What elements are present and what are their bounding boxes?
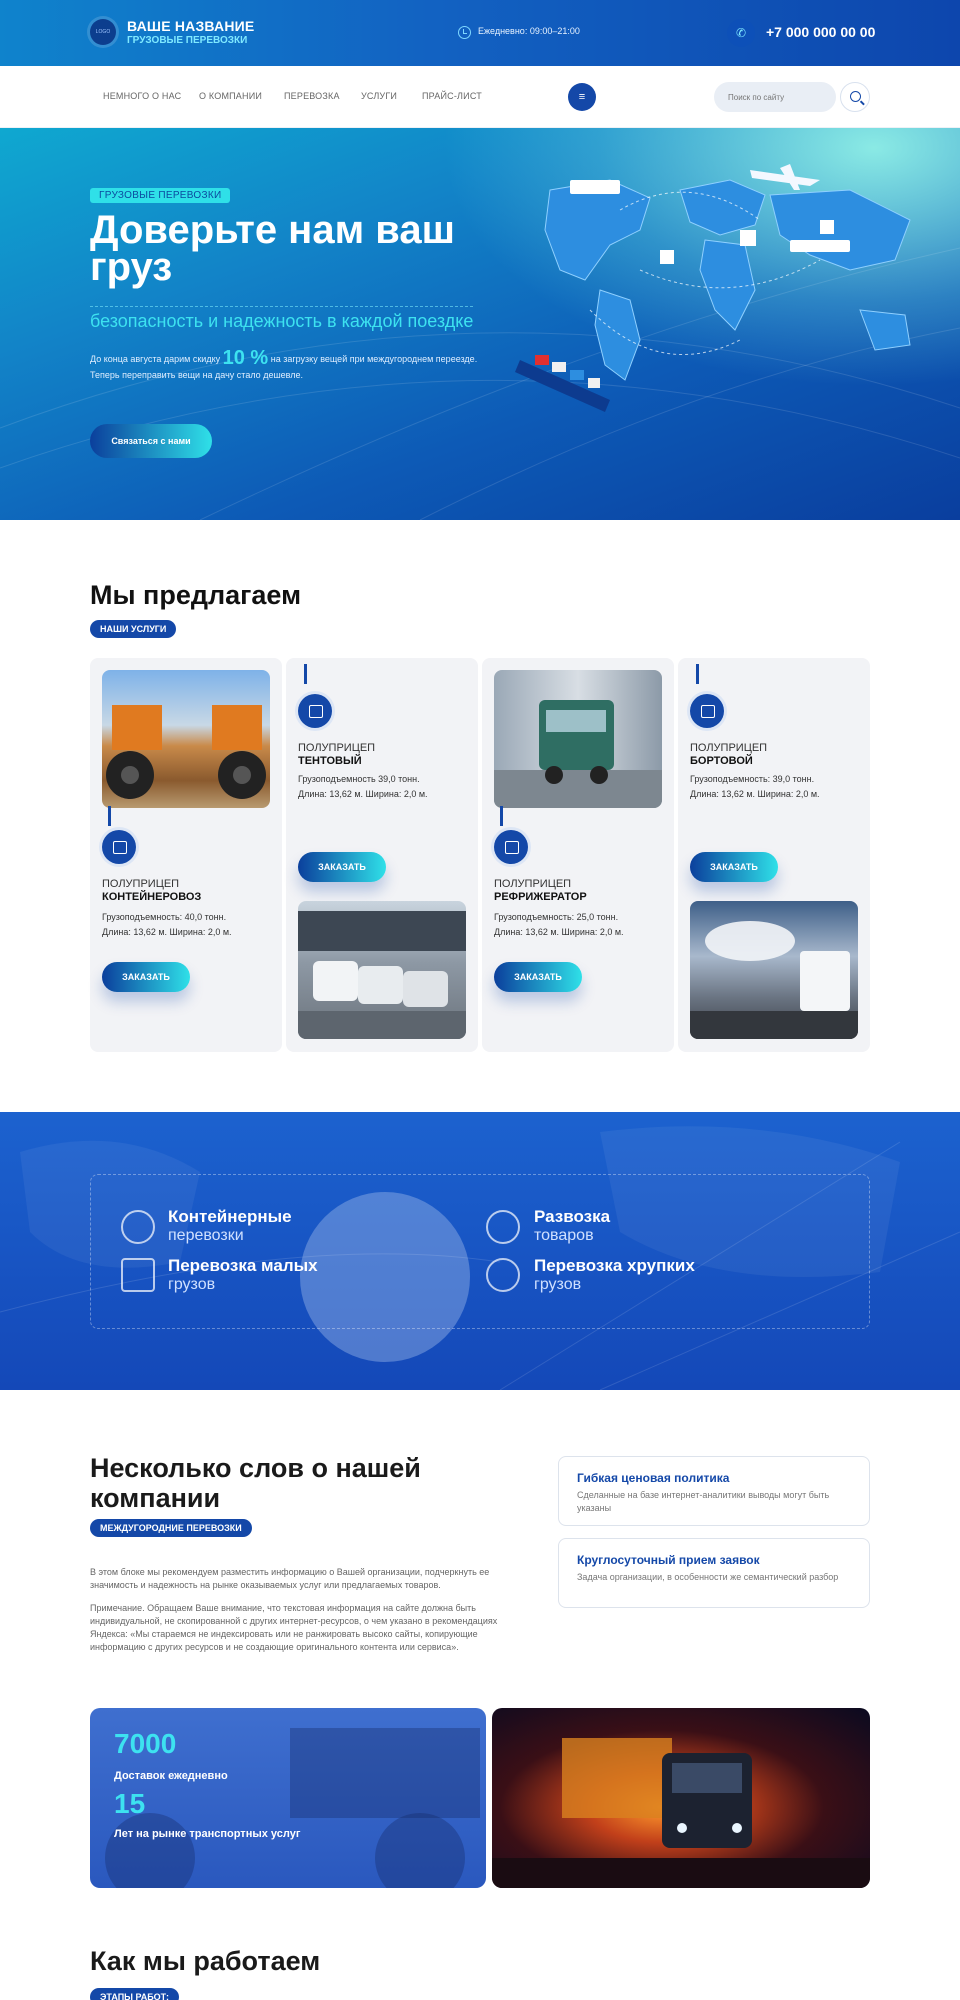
info-text: Задача организации, в особенности же сем… (577, 1572, 839, 1582)
white-truck-graphic (690, 921, 858, 1039)
phone-icon[interactable]: ✆ (727, 19, 755, 47)
hero-tag: ГРУЗОВЫЕ ПЕРЕВОЗКИ (90, 188, 231, 203)
search-icon[interactable] (840, 82, 870, 112)
nav-item-about-us[interactable]: НЕМНОГО О НАС (103, 91, 181, 101)
green-truck-graphic (494, 700, 662, 808)
night-truck-graphic (492, 1738, 870, 1888)
about-pill: МЕЖДУГОРОДНИЕ ПЕРЕВОЗКИ (90, 1519, 252, 1537)
order-button[interactable]: ЗАКАЗАТЬ (102, 962, 190, 992)
card-name: КОНТЕЙНЕРОВОЗ (102, 891, 202, 903)
delivery-truck-icon (298, 694, 332, 728)
order-button[interactable]: ЗАКАЗАТЬ (690, 852, 778, 882)
card-type: ПОЛУПРИЦЕП (298, 742, 376, 754)
card-desc: Грузоподъемность: 39,0 тонн. Длина: 13,6… (690, 774, 820, 799)
container-icon (690, 694, 724, 728)
stats-panel: 7000 Доставок ежедневно 15 Лет на рынке … (90, 1708, 486, 1888)
info-text: Сделанные на базе интернет-аналитики выв… (577, 1490, 830, 1513)
card-accent (696, 664, 699, 684)
dump-trucks-photo (102, 670, 270, 808)
card-desc: Грузоподъемность 39,0 тонн. Длина: 13,62… (298, 774, 428, 799)
promo-text-before: До конца августа дарим скидку (90, 354, 221, 364)
info-title: Гибкая ценовая политика (577, 1471, 730, 1485)
how-we-work-title: Как мы работаем (90, 1946, 321, 1976)
card-desc: Грузоподъемность: 25,0 тонн. Длина: 13,6… (494, 912, 624, 937)
feature-title: Перевозка малых (168, 1256, 318, 1275)
container-icon (102, 830, 136, 864)
card-name: ТЕНТОВЫЙ (298, 755, 362, 767)
card-type: ПОЛУПРИЦЕП (494, 878, 572, 890)
feature-title: Развозка (534, 1207, 611, 1226)
order-button[interactable]: ЗАКАЗАТЬ (494, 962, 582, 992)
card-accent (304, 664, 307, 684)
about-paragraph-2: Примечание. Обращаем Ваше внимание, что … (90, 1603, 498, 1652)
stat-value: 15 (114, 1788, 146, 1819)
card-accent (500, 806, 503, 826)
offer-title: Мы предлагаем (90, 580, 302, 610)
info-card-pricing: Гибкая ценовая политика Сделанные на баз… (558, 1456, 870, 1526)
white-truck-photo (690, 901, 858, 1039)
hero-subtitle: безопасность и надежность в каждой поезд… (90, 306, 474, 332)
hero-promo-text: До конца августа дарим скидку 10 % на за… (90, 347, 490, 383)
card-type: ПОЛУПРИЦЕП (102, 878, 180, 890)
feature-subtitle: перевозки (168, 1227, 244, 1244)
search-input[interactable] (714, 82, 836, 112)
nav-item-services[interactable]: УСЛУГИ (361, 91, 397, 101)
brand-tagline: ГРУЗОВЫЕ ПЕРЕВОЗКИ (127, 35, 248, 46)
card-desc: Грузоподъемность: 40,0 тонн. Длина: 13,6… (102, 912, 232, 937)
promo-discount: 10 % (222, 347, 269, 369)
globe-hand-icon (486, 1258, 520, 1292)
card-name: РЕФРИЖЕРАТОР (494, 891, 587, 903)
vans-photo (298, 901, 466, 1039)
card-accent (108, 806, 111, 826)
dump-trucks-graphic (106, 705, 266, 799)
service-card-tent: ПОЛУПРИЦЕП ТЕНТОВЫЙ Грузоподъемность 39,… (286, 658, 478, 1052)
how-we-work-pill: ЭТАПЫ РАБОТ: (90, 1988, 180, 2000)
logo[interactable]: LOGO (90, 19, 116, 45)
card-name: БОРТОВОЙ (690, 755, 753, 767)
truck-icon (494, 830, 528, 864)
stat-value: 7000 (114, 1728, 177, 1759)
clock-icon (458, 26, 471, 39)
about-title: Несколько слов о нашей компании (90, 1453, 421, 1513)
nav-item-transport[interactable]: ПЕРЕВОЗКА (284, 91, 340, 101)
service-card-flatbed: ПОЛУПРИЦЕП БОРТОВОЙ Грузоподъемность: 39… (678, 658, 870, 1052)
brand-name: ВАШЕ НАЗВАНИЕ (127, 18, 255, 34)
service-card-refrigerator: ПОЛУПРИЦЕП РЕФРИЖЕРАТОР Грузоподъемность… (482, 658, 674, 1052)
container-icon (121, 1210, 155, 1244)
working-hours: Ежедневно: 09:00–21:00 (478, 26, 580, 36)
contact-us-button[interactable]: Связаться с нами (90, 424, 212, 458)
nav-item-price-list[interactable]: ПРАЙС-ЛИСТ (422, 91, 482, 101)
vans-graphic (298, 911, 466, 1039)
top-header: LOGO ВАШЕ НАЗВАНИЕ ГРУЗОВЫЕ ПЕРЕВОЗКИ Еж… (0, 0, 960, 66)
green-truck-photo (494, 670, 662, 808)
feature-subtitle: грузов (168, 1276, 216, 1293)
feature-title: Перевозка хрупких (534, 1256, 695, 1275)
service-card-container-carrier: ПОЛУПРИЦЕП КОНТЕЙНЕРОВОЗ Грузоподъемност… (90, 658, 282, 1052)
stat-label: Лет на рынке транспортных услуг (114, 1828, 301, 1840)
world-map-logistics-illustration (515, 164, 911, 412)
night-truck-photo (492, 1708, 870, 1888)
feature-subtitle: товаров (534, 1227, 594, 1244)
about-paragraph-1: В этом блоке мы рекомендуем разместить и… (90, 1567, 490, 1590)
card-type: ПОЛУПРИЦЕП (690, 742, 768, 754)
stat-label: Доставок ежедневно (114, 1770, 228, 1782)
info-title: Круглосуточный прием заявок (577, 1553, 760, 1567)
phone-number[interactable]: +7 000 000 00 00 (766, 24, 875, 40)
order-button[interactable]: ЗАКАЗАТЬ (298, 852, 386, 882)
boxes-icon (121, 1258, 155, 1292)
truck-icon (486, 1210, 520, 1244)
offer-pill: НАШИ УСЛУГИ (90, 620, 177, 638)
info-card-orders: Круглосуточный прием заявок Задача орган… (558, 1538, 870, 1608)
nav-item-company[interactable]: О КОМПАНИИ (199, 91, 262, 101)
hero-title: Доверьте нам ваш груз (90, 208, 455, 289)
features-frame (90, 1174, 870, 1329)
feature-title: Контейнерные (168, 1207, 292, 1226)
menu-icon[interactable]: ≡ (568, 83, 596, 111)
feature-subtitle: грузов (534, 1276, 582, 1293)
